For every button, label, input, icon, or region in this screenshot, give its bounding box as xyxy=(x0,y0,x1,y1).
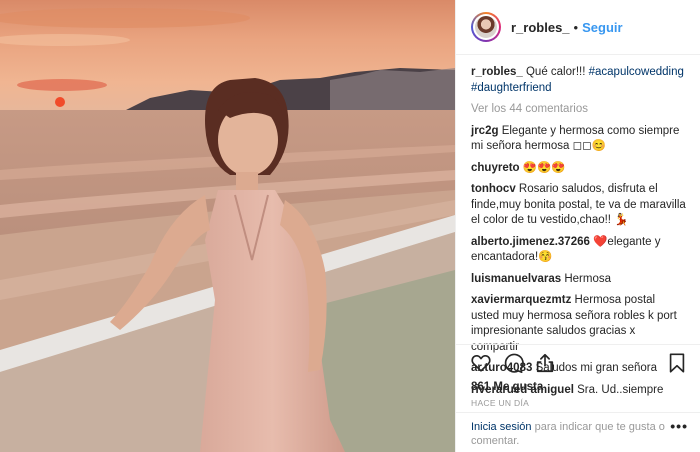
avatar[interactable] xyxy=(471,12,501,42)
share-icon[interactable] xyxy=(534,352,556,374)
timestamp: HACE UN DÍA xyxy=(471,398,530,408)
heart-icon[interactable] xyxy=(470,352,492,374)
separator-dot: • xyxy=(573,19,579,35)
post-photo[interactable] xyxy=(0,0,455,452)
comment-icon[interactable] xyxy=(502,352,524,374)
sunset-beach-photo xyxy=(0,0,455,452)
follow-button[interactable]: Seguir xyxy=(582,20,622,35)
comment-text: Sra. Ud..siempre xyxy=(573,383,664,396)
comment-item: luismanuelvaras Hermosa xyxy=(471,272,686,288)
comment-item: alberto.jimenez.37266 ❤️elegante y encan… xyxy=(471,235,686,266)
comments-list[interactable]: r_robles_ Qué calor!!! #acapulcowedding … xyxy=(456,55,700,396)
comment-item: jrc2g Elegante y hermosa como siempre mi… xyxy=(471,124,686,155)
comment-item: tonhocv Rosario saludos, disfruta el fin… xyxy=(471,182,686,229)
comment-username[interactable]: chuyreto xyxy=(471,162,520,174)
more-options-button[interactable]: ••• xyxy=(670,418,688,434)
post-frame: r_robles_ • Seguir r_robles_ Qué calor!!… xyxy=(0,0,700,452)
comment-text: 😍😍😍 xyxy=(519,161,566,174)
comment-text: Elegante y hermosa como siempre mi señor… xyxy=(471,124,680,153)
post-side-panel: r_robles_ • Seguir r_robles_ Qué calor!!… xyxy=(455,0,700,452)
caption: r_robles_ Qué calor!!! #acapulcowedding … xyxy=(471,65,686,96)
comment-username[interactable]: xaviermarquezmtz xyxy=(471,294,571,306)
post-header: r_robles_ • Seguir xyxy=(456,0,700,55)
comment-text: Hermosa xyxy=(561,272,611,285)
comment-username[interactable]: alberto.jimenez.37266 xyxy=(471,236,590,248)
comment-username[interactable]: luismanuelvaras xyxy=(471,273,561,285)
view-all-comments-link[interactable]: Ver los 44 comentarios xyxy=(471,102,686,118)
action-bar xyxy=(456,344,700,380)
bookmark-icon[interactable] xyxy=(666,352,688,374)
comment-username[interactable]: tonhocv xyxy=(471,183,516,195)
header-username[interactable]: r_robles_ xyxy=(511,20,570,35)
caption-username[interactable]: r_robles_ xyxy=(471,66,523,78)
login-prompt: Inicia sesión para indicar que te gusta … xyxy=(456,412,700,452)
hashtag-link[interactable]: #acapulcowedding xyxy=(589,66,684,78)
likes-count[interactable]: 861 Me gusta xyxy=(471,381,543,393)
hashtag-link[interactable]: #daughterfriend xyxy=(471,82,552,94)
caption-text: Qué calor!!! xyxy=(522,66,589,78)
comment-username[interactable]: jrc2g xyxy=(471,125,499,137)
comment-item: chuyreto 😍😍😍 xyxy=(471,161,686,177)
login-link[interactable]: Inicia sesión xyxy=(471,421,532,433)
